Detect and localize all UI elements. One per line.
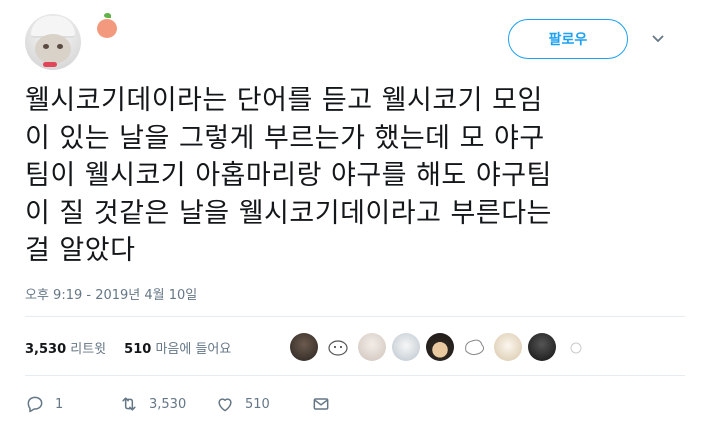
retweet-stat-count: 3,530 [25, 342, 67, 357]
avatar-face [35, 34, 71, 64]
peach-leaf [104, 13, 111, 18]
like-action[interactable]: 510 [215, 394, 311, 414]
tweet-line: 팀이 웰시코기 아홉마리랑 야구를 해도 야구팀 [25, 160, 552, 191]
tweet-line: 이 질 것같은 날을 웰시코기데이라고 부른다는 [25, 197, 552, 229]
liker-avatar[interactable] [392, 333, 420, 361]
avatar-mouth [43, 62, 57, 67]
like-count: 510 [245, 396, 270, 412]
liker-avatar[interactable] [562, 333, 590, 361]
retweet-icon [122, 397, 136, 411]
retweet-action[interactable]: 3,530 [119, 394, 215, 414]
tweet-line: 이 있는 날을 그렇게 부르는가 했는데 모 야구 [25, 122, 545, 154]
retweet-stat-label: 리트윗 [70, 342, 107, 357]
liker-avatar[interactable] [324, 333, 352, 361]
like-stat-label: 마음에 들어요 [155, 342, 232, 357]
peach-emoji-icon [95, 13, 119, 39]
divider [25, 375, 685, 376]
avatar-eye [43, 44, 49, 49]
peach-body [97, 19, 117, 38]
message-icon [313, 398, 329, 410]
engagement-stats: 3,530 리트윗 510 마음에 들어요 [25, 338, 231, 357]
avatar[interactable] [25, 14, 81, 70]
tweet-line: 걸 알았다 [25, 235, 136, 266]
divider [25, 316, 685, 317]
liker-avatar[interactable] [528, 333, 556, 361]
follow-button[interactable]: 팔로우 [508, 19, 628, 59]
avatar-eye [57, 44, 63, 49]
tweet-actions: 1 3,530 510 [25, 394, 331, 414]
reply-icon [27, 396, 43, 413]
heart-icon [218, 398, 232, 412]
reply-count: 1 [55, 396, 64, 412]
liker-avatar[interactable] [358, 333, 386, 361]
chevron-down-icon[interactable] [651, 34, 665, 44]
like-stat-count: 510 [124, 342, 152, 357]
liker-avatar[interactable] [460, 333, 488, 361]
like-stat[interactable]: 510 마음에 들어요 [124, 338, 231, 357]
liker-avatar[interactable] [426, 333, 454, 361]
reply-action[interactable]: 1 [25, 394, 119, 414]
message-action[interactable] [311, 394, 331, 414]
liker-avatars [290, 333, 590, 361]
tweet-text: 웰시코기데이라는 단어를 듣고 웰시코기 모임 이 있는 날을 그렇게 부르는가… [25, 82, 685, 270]
liker-avatar[interactable] [290, 333, 318, 361]
tweet-timestamp[interactable]: 오후 9:19 - 2019년 4월 10일 [25, 284, 197, 303]
tweet-line: 웰시코기데이라는 단어를 듣고 웰시코기 모임 [25, 85, 543, 116]
liker-avatar[interactable] [494, 333, 522, 361]
retweet-count: 3,530 [149, 396, 187, 412]
retweet-stat[interactable]: 3,530 리트윗 [25, 338, 106, 357]
